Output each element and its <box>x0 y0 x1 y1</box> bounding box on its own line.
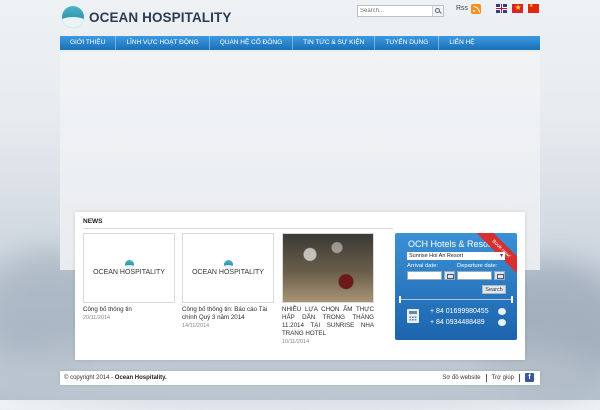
news-date: 14/11/2014 <box>182 323 210 329</box>
copyright-brand: Ocean Hospitality. <box>114 375 167 381</box>
main-nav: GIỚI THIỆU LĨNH VỰC HOẠT ĐỘNG QUAN HỆ CỔ… <box>60 36 540 50</box>
news-thumbnail[interactable]: OCEAN HOSPITALITY <box>83 233 175 303</box>
nav-item-gioi-thieu[interactable]: GIỚI THIỆU <box>60 36 117 50</box>
search-icon[interactable] <box>432 6 443 16</box>
site-logo[interactable]: OCEAN HOSPITALITY <box>62 6 231 28</box>
hotline-number: + 84 0934488489 <box>430 319 485 326</box>
thumbnail-logo-text: OCEAN HOSPITALITY <box>93 269 165 276</box>
nav-item-tuyen-dung[interactable]: TUYỂN DỤNG <box>375 36 440 50</box>
divider <box>83 228 393 229</box>
hotline-number: + 84 01699980455 <box>430 308 489 315</box>
header: OCEAN HOSPITALITY Rss <box>60 0 540 36</box>
china-flag-icon[interactable] <box>528 3 539 13</box>
news-title-link[interactable]: Công bố thông tin <box>83 306 175 314</box>
hotel-select[interactable]: Sunrise Hoi An Resort <box>407 252 505 260</box>
news-thumbnail[interactable] <box>282 233 374 303</box>
call-icon[interactable] <box>498 319 506 326</box>
arrival-label: Arrival date: <box>407 263 438 269</box>
sitemap-link[interactable]: Sơ đồ website <box>437 375 485 381</box>
search-box <box>357 5 444 17</box>
copyright: © copyright 2014 - Ocean Hospitality. <box>64 375 167 381</box>
nav-item-quan-he-co-dong[interactable]: QUAN HỆ CỔ ĐÔNG <box>210 36 294 50</box>
telephone-icon <box>407 309 419 323</box>
mini-logo <box>223 260 233 269</box>
footer: © copyright 2014 - Ocean Hospitality. Sơ… <box>60 371 540 385</box>
booking-title: OCH Hotels & Resort <box>408 239 494 249</box>
rss-icon[interactable] <box>471 4 481 14</box>
nav-item-linh-vuc-hoat-dong[interactable]: LĨNH VỰC HOẠT ĐỘNG <box>116 36 210 50</box>
departure-date-input[interactable] <box>457 271 492 280</box>
divider <box>399 296 513 303</box>
news-item[interactable]: OCEAN HOSPITALITY Công bố thông tin: Báo… <box>182 233 274 329</box>
thumbnail-logo-text: OCEAN HOSPITALITY <box>192 269 264 276</box>
mini-logo <box>124 260 134 269</box>
nav-item-lien-he[interactable]: LIÊN HỆ <box>439 36 484 50</box>
departure-label: Departure date: <box>457 263 498 269</box>
content-panel: NEWS OCEAN HOSPITALITY Công bố thông tin… <box>75 212 525 360</box>
calendar-icon[interactable] <box>494 271 505 280</box>
calendar-icon[interactable] <box>444 271 455 280</box>
nav-item-tin-tuc-su-kien[interactable]: TIN TỨC & SỰ KIỆN <box>293 36 376 50</box>
logo-icon <box>124 260 134 269</box>
footer-links: Sơ đồ website Trợ giúp f <box>437 373 534 382</box>
logo-text: OCEAN HOSPITALITY <box>89 9 232 25</box>
news-title-link[interactable]: NHIỀU LỰA CHỌN ẨM THỰC HẤP DẪN TRONG THÁ… <box>282 306 374 338</box>
divider <box>519 373 520 382</box>
vietnam-flag-icon[interactable] <box>512 3 523 13</box>
booking-search-button[interactable]: Search <box>482 285 506 294</box>
copyright-prefix: © copyright 2014 - <box>64 375 115 381</box>
booking-widget: OCH Hotels & Resort Book now! Sunrise Ho… <box>395 233 517 340</box>
logo-icon <box>223 260 233 269</box>
news-date: 20/11/2014 <box>83 315 111 321</box>
news-item[interactable]: NHIỀU LỰA CHỌN ẨM THỰC HẤP DẪN TRONG THÁ… <box>282 233 374 345</box>
facebook-icon[interactable]: f <box>525 373 534 382</box>
logo-icon <box>62 6 84 28</box>
news-thumbnail[interactable]: OCEAN HOSPITALITY <box>182 233 274 303</box>
news-item[interactable]: OCEAN HOSPITALITY Công bố thông tin 20/1… <box>83 233 175 321</box>
news-date: 10/11/2014 <box>282 339 310 345</box>
uk-flag-icon[interactable] <box>496 4 507 13</box>
news-heading: NEWS <box>83 218 103 225</box>
rss-label[interactable]: Rss <box>456 5 468 12</box>
search-input[interactable] <box>358 6 434 16</box>
news-title-link[interactable]: Công bố thông tin: Báo cáo Tài chính Quý… <box>182 306 274 322</box>
call-icon[interactable] <box>498 308 506 315</box>
help-link[interactable]: Trợ giúp <box>487 375 519 381</box>
arrival-date-input[interactable] <box>407 271 442 280</box>
